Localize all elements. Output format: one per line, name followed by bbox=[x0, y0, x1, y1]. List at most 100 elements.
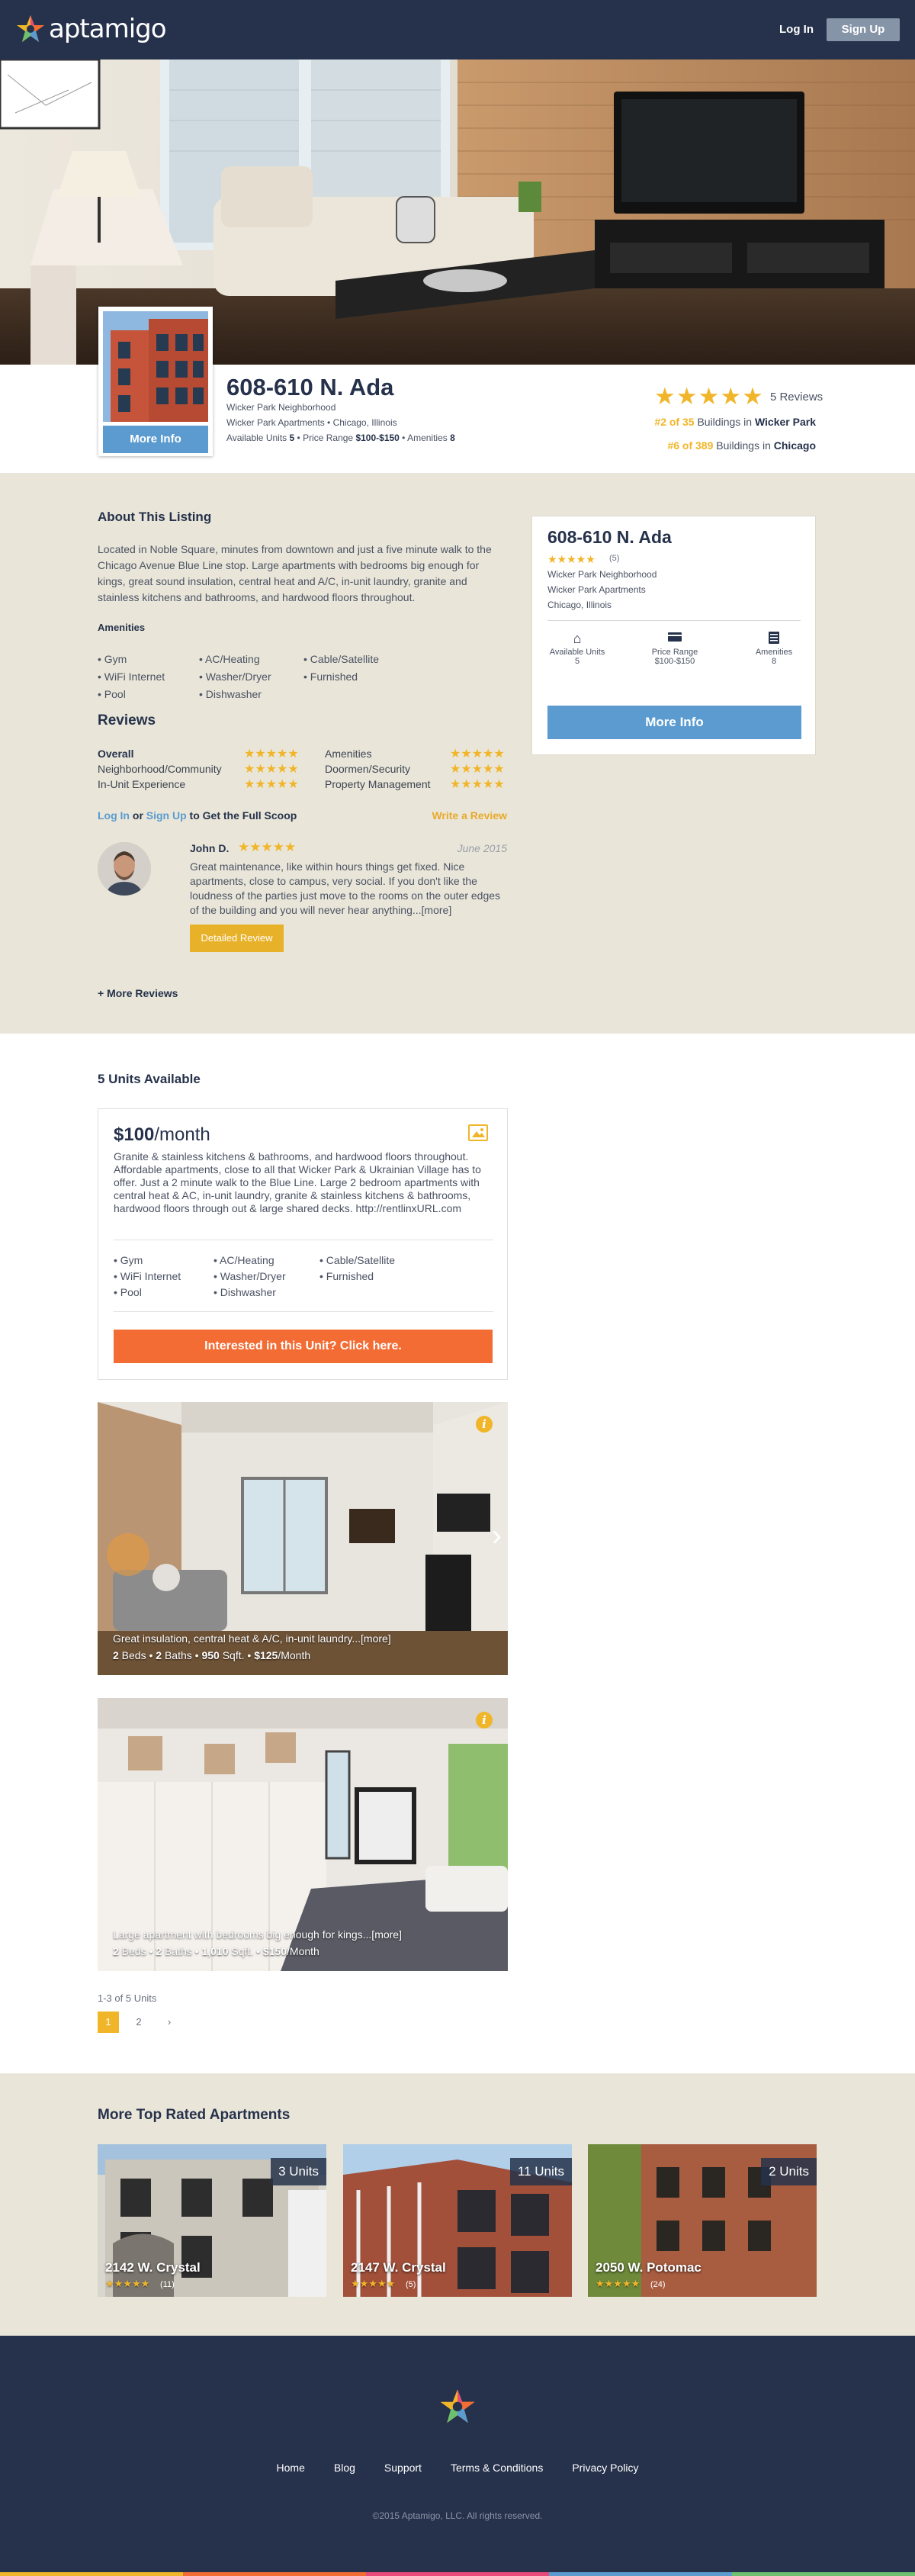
stat-value: 8 bbox=[771, 657, 777, 666]
rank-city-place[interactable]: Chicago bbox=[774, 439, 816, 452]
detailed-review-button[interactable]: Detailed Review bbox=[190, 925, 284, 952]
info-icon[interactable]: i bbox=[476, 1416, 493, 1433]
sqft-value: 950 bbox=[201, 1649, 220, 1661]
copyright: ©2015 Aptamigo, LLC. All rights reserved… bbox=[372, 2510, 543, 2521]
listing-neighborhood: Wicker Park Neighborhood bbox=[226, 402, 336, 413]
brand-name: aptamigo bbox=[49, 14, 167, 44]
more-info-button[interactable]: More Info bbox=[103, 426, 208, 453]
amenity-item: • Cable/Satellite bbox=[303, 653, 380, 665]
stat-value: $100-$150 bbox=[654, 657, 695, 666]
units-heading: 5 Units Available bbox=[98, 1072, 201, 1086]
about-heading: About This Listing bbox=[98, 510, 212, 524]
footer bbox=[0, 2336, 915, 2576]
amenity-item: • Furnished bbox=[319, 1270, 374, 1282]
reviews-count-link[interactable]: 5 Reviews bbox=[770, 391, 823, 404]
login-link-inline[interactable]: Log In bbox=[98, 809, 130, 822]
review-category-label: Overall bbox=[98, 748, 134, 760]
stat-amenities: Amenities 8 bbox=[732, 631, 816, 666]
footer-link-privacy[interactable]: Privacy Policy bbox=[572, 2462, 638, 2474]
review-category-stars: ★★★★★ bbox=[244, 748, 299, 761]
summary-apartments: Wicker Park Apartments bbox=[547, 584, 646, 595]
amenity-item: • AC/Heating bbox=[214, 1254, 274, 1266]
stat-label: Available Units bbox=[549, 648, 605, 657]
amenity-item: • AC/Heating bbox=[199, 653, 260, 665]
amenity-item: • Dishwasher bbox=[199, 688, 262, 700]
gallery-icon[interactable] bbox=[468, 1124, 488, 1141]
list-icon bbox=[732, 631, 816, 648]
review-category-label: Neighborhood/Community bbox=[98, 763, 222, 775]
beds-label: Beds • bbox=[118, 1945, 156, 1957]
listing-rating: ★★★★★ 5 Reviews bbox=[654, 383, 823, 410]
next-page-button[interactable]: › bbox=[159, 2012, 180, 2033]
divider bbox=[114, 1311, 493, 1312]
page-2-button[interactable]: 2 bbox=[128, 2012, 149, 2033]
summary-city: Chicago, Illinois bbox=[547, 600, 612, 610]
top-rated-card[interactable]: 3 Units 2142 W. Crystal ★★★★★ (11) bbox=[98, 2144, 326, 2297]
price-label: Price Range bbox=[303, 433, 354, 443]
interested-unit-button[interactable]: Interested in this Unit? Click here. bbox=[114, 1330, 493, 1363]
stat-available-units: ⌂ Available Units 5 bbox=[535, 631, 619, 666]
building-name: 2050 W. Potomac bbox=[596, 2260, 702, 2275]
credit-card-icon bbox=[633, 631, 717, 648]
stat-value: 5 bbox=[574, 657, 580, 666]
amenity-item: • Pool bbox=[114, 1286, 142, 1298]
amenities-heading: Amenities bbox=[98, 622, 146, 633]
sqft-value: 1,010 bbox=[201, 1945, 229, 1957]
baths-value: 2 bbox=[156, 1649, 162, 1661]
amenity-item: • Furnished bbox=[303, 671, 358, 683]
photo-caption: Large apartment with bedrooms big enough… bbox=[113, 1928, 402, 1941]
about-text: Located in Noble Square, minutes from do… bbox=[98, 543, 492, 603]
signup-link-inline[interactable]: Sign Up bbox=[146, 809, 187, 822]
chevron-right-icon[interactable]: › bbox=[492, 1520, 502, 1551]
baths-value: 2 bbox=[156, 1945, 162, 1957]
unit-photo-card[interactable]: i › Great insulation, central heat & A/C… bbox=[98, 1402, 508, 1675]
summary-more-info-button[interactable]: More Info bbox=[547, 706, 801, 739]
unit-specs: 2 Beds • 2 Baths • 950 Sqft. • $125/Mont… bbox=[113, 1649, 310, 1661]
unit-specs: 2 Beds • 2 Baths • 1,010 Sqft. • $150/Mo… bbox=[113, 1945, 319, 1957]
login-link[interactable]: Log In bbox=[770, 18, 823, 41]
building-thumbnail-card: More Info bbox=[98, 307, 213, 456]
listing-summary-card: 608-610 N. Ada ★★★★★ (5) Wicker Park Nei… bbox=[531, 516, 816, 755]
building-review-count: (24) bbox=[650, 2280, 666, 2289]
signup-button[interactable]: Sign Up bbox=[827, 18, 900, 41]
brand-logo[interactable]: aptamigo bbox=[15, 14, 167, 44]
month-label: /Month bbox=[287, 1945, 319, 1957]
footer-links: Home Blog Support Terms & Conditions Pri… bbox=[0, 2462, 915, 2474]
info-icon[interactable]: i bbox=[476, 1712, 493, 1729]
footer-link-blog[interactable]: Blog bbox=[334, 2462, 355, 2474]
review-category-stars: ★★★★★ bbox=[244, 763, 299, 776]
scoop-text: to Get the Full Scoop bbox=[186, 809, 297, 822]
price-value: $100-$150 bbox=[355, 433, 400, 443]
rank-city: #6 of 389 Buildings in Chicago bbox=[667, 439, 816, 452]
amenity-item: • WiFi Internet bbox=[98, 671, 165, 683]
review-category-label: Property Management bbox=[325, 778, 431, 790]
review-category-stars: ★★★★★ bbox=[244, 778, 299, 791]
sqft-label: Sqft. • bbox=[219, 1649, 255, 1661]
listing-title: 608-610 N. Ada bbox=[226, 374, 394, 400]
stat-label: Amenities bbox=[755, 648, 793, 657]
units-badge: 11 Units bbox=[509, 2158, 572, 2185]
price-value: $125 bbox=[254, 1649, 278, 1661]
amenity-item: • WiFi Internet bbox=[114, 1270, 181, 1282]
page-1-button[interactable]: 1 bbox=[98, 2012, 119, 2033]
reviewer-name: John D. bbox=[190, 842, 230, 854]
building-name: 2147 W. Crystal bbox=[351, 2260, 446, 2275]
top-rated-card[interactable]: 2 Units 2050 W. Potomac ★★★★★ (24) bbox=[588, 2144, 817, 2297]
footer-link-support[interactable]: Support bbox=[384, 2462, 422, 2474]
rank-neighborhood-place[interactable]: Wicker Park bbox=[755, 416, 816, 428]
top-rated-card[interactable]: 11 Units 2147 W. Crystal ★★★★★ (5) bbox=[343, 2144, 572, 2297]
unit-photo-card[interactable]: i Large apartment with bedrooms big enou… bbox=[98, 1698, 508, 1971]
more-reviews-link[interactable]: + More Reviews bbox=[98, 987, 178, 999]
footer-link-home[interactable]: Home bbox=[277, 2462, 305, 2474]
footer-link-terms[interactable]: Terms & Conditions bbox=[451, 2462, 543, 2474]
beds-label: Beds • bbox=[118, 1649, 156, 1661]
review-category-label: Doormen/Security bbox=[325, 763, 411, 775]
listing-location: Wicker Park Apartments • Chicago, Illino… bbox=[226, 417, 397, 428]
review-category-stars: ★★★★★ bbox=[450, 748, 505, 761]
pagination-count: 1-3 of 5 Units bbox=[98, 1992, 157, 2004]
rank-neighborhood-number: #2 of 35 bbox=[654, 416, 695, 428]
top-rated-heading: More Top Rated Apartments bbox=[98, 2107, 291, 2123]
amenity-item: • Dishwasher bbox=[214, 1286, 276, 1298]
unit-price-period: /month bbox=[154, 1124, 210, 1145]
write-review-link[interactable]: Write a Review bbox=[432, 809, 507, 822]
